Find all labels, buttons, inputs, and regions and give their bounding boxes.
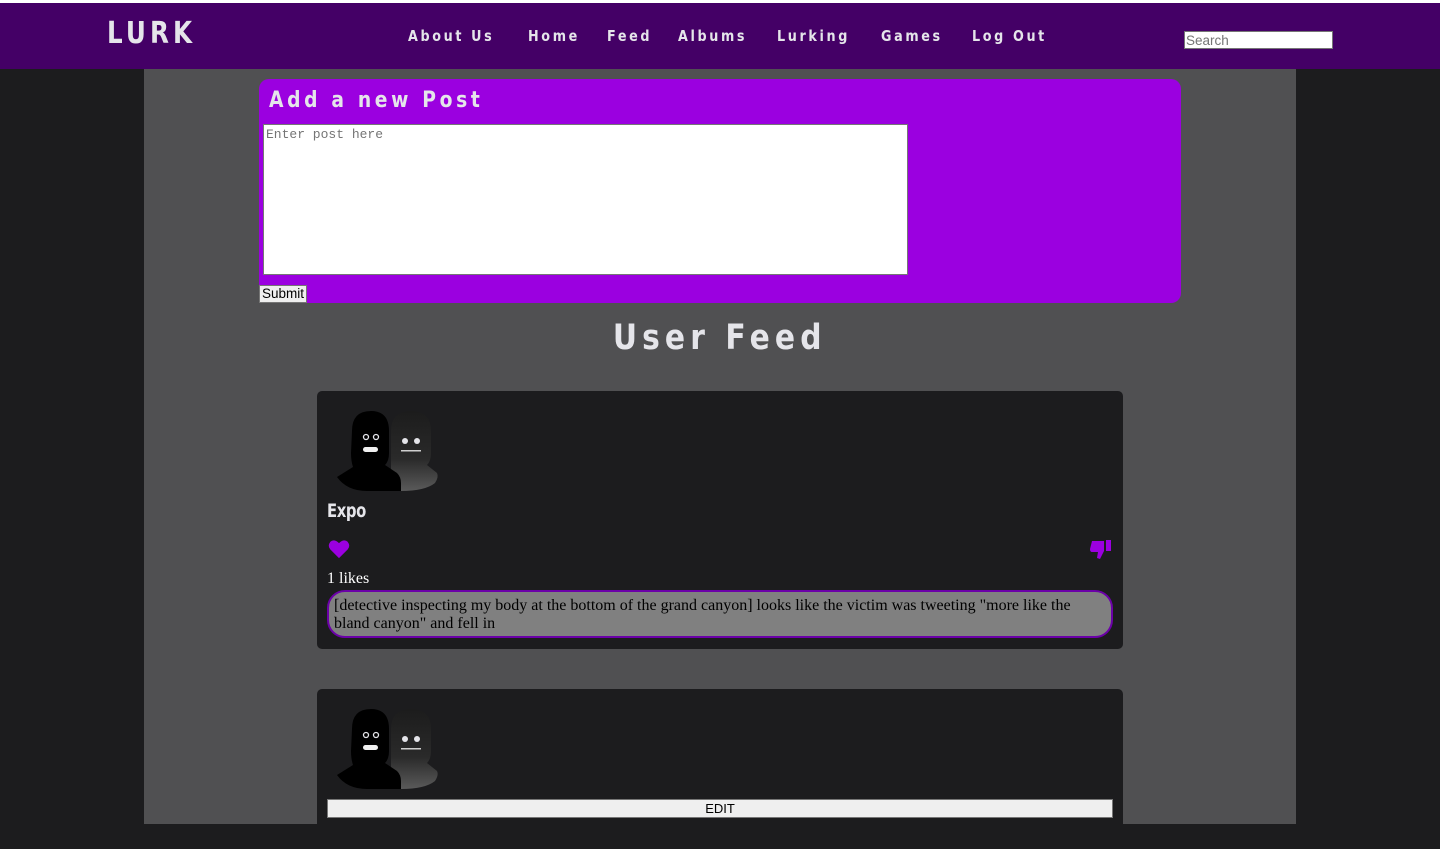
feed-title: User Feed bbox=[144, 318, 1296, 358]
two-silhouettes-avatar-icon bbox=[337, 709, 438, 789]
edit-button[interactable]: EDIT bbox=[327, 799, 1113, 818]
post-username[interactable]: Expo bbox=[327, 500, 366, 522]
navbar: LURK About Us Home Feed Albums Lurking G… bbox=[0, 3, 1440, 69]
nav-link-lurking[interactable]: Lurking bbox=[777, 27, 850, 45]
nav-link-games[interactable]: Games bbox=[881, 27, 943, 45]
nav-links: About Us Home Feed Albums Lurking Games … bbox=[408, 27, 1078, 45]
nav-link-log-out[interactable]: Log Out bbox=[972, 27, 1047, 45]
post-card: EDIT bbox=[317, 689, 1123, 849]
nav-link-about-us[interactable]: About Us bbox=[408, 27, 494, 45]
nav-link-feed[interactable]: Feed bbox=[607, 27, 652, 45]
search-input[interactable] bbox=[1184, 31, 1333, 49]
add-post-panel: Add a new Post Submit bbox=[259, 79, 1181, 303]
nav-link-albums[interactable]: Albums bbox=[678, 27, 747, 45]
thumbs-down-icon[interactable] bbox=[1089, 537, 1113, 561]
nav-link-home[interactable]: Home bbox=[528, 27, 580, 45]
feed-title-text: User Feed bbox=[613, 318, 827, 358]
brand-logo[interactable]: LURK bbox=[107, 16, 196, 51]
post-card: Expo 1 likes [detective inspecting my bo… bbox=[317, 391, 1123, 649]
add-post-title: Add a new Post bbox=[269, 88, 484, 113]
main-content: Add a new Post Submit User Feed Expo bbox=[144, 69, 1296, 849]
likes-count: 1 likes bbox=[327, 570, 370, 587]
two-silhouettes-avatar-icon bbox=[337, 411, 438, 491]
submit-button[interactable]: Submit bbox=[259, 285, 308, 303]
post-body: [detective inspecting my body at the bot… bbox=[327, 590, 1113, 638]
post-input[interactable] bbox=[263, 124, 908, 275]
heart-icon[interactable] bbox=[328, 539, 350, 559]
